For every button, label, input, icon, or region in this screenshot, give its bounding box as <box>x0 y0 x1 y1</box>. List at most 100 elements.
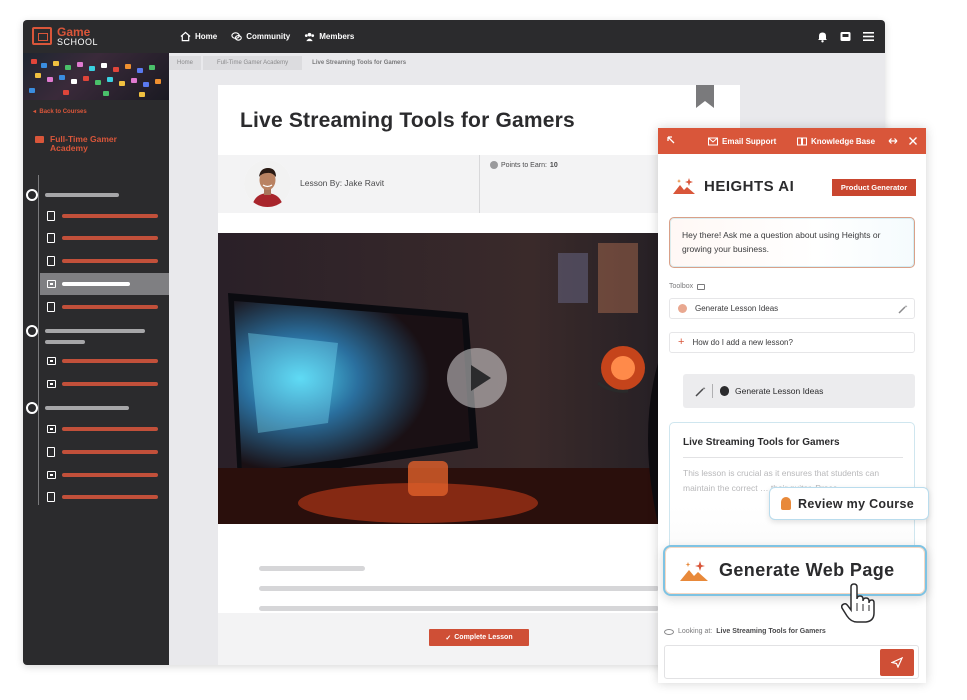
breadcrumb-course[interactable]: Full-Time Gamer Academy <box>203 56 303 70</box>
tool-label: How do I add a new lesson? <box>692 338 793 347</box>
folder-icon <box>35 136 44 143</box>
close-icon[interactable] <box>908 136 918 146</box>
send-icon <box>891 657 903 668</box>
bookmark-icon[interactable] <box>696 85 714 108</box>
course-title[interactable]: Full-Time Gamer Academy <box>35 135 155 153</box>
context-indicator: Looking at: Live Streaming Tools for Gam… <box>664 628 826 635</box>
menu-icon[interactable] <box>862 30 875 43</box>
generate-web-page-label: Generate Web Page <box>719 560 895 580</box>
toolbox-label: Toolbox <box>669 283 706 290</box>
video-icon <box>47 357 56 365</box>
lesson-item[interactable] <box>40 296 169 318</box>
module-title-placeholder <box>45 406 129 410</box>
nav-community[interactable]: Community <box>231 31 290 42</box>
sparkle-mountain-icon <box>673 178 695 194</box>
video-icon <box>47 471 56 479</box>
lesson-title-placeholder <box>62 427 158 431</box>
looking-value: Live Streaming Tools for Gamers <box>716 628 826 635</box>
module-title-placeholder <box>45 340 85 344</box>
knowledge-base-button[interactable]: Knowledge Base <box>797 128 875 154</box>
lesson-item[interactable] <box>40 250 169 272</box>
lesson-item[interactable] <box>40 464 169 486</box>
nav-members-label: Members <box>319 32 355 41</box>
back-to-courses-label: Back to Courses <box>39 109 87 115</box>
page-title: Live Streaming Tools for Gamers <box>240 109 575 132</box>
document-icon <box>47 447 55 457</box>
module-title-placeholder <box>45 329 145 333</box>
lesson-title-placeholder <box>62 473 158 477</box>
users-icon <box>305 32 315 42</box>
check-icon: ✓ <box>445 634 452 642</box>
back-to-courses-link[interactable]: ◂ Back to Courses <box>33 108 87 115</box>
lightbulb-icon <box>781 497 791 510</box>
module-title-placeholder <box>45 193 119 197</box>
video-icon <box>47 425 56 433</box>
review-my-course-button[interactable]: Review my Course <box>769 487 929 520</box>
eye-icon <box>664 628 674 635</box>
expand-icon[interactable] <box>888 136 898 146</box>
points-label: Points to Earn: <box>501 161 547 169</box>
ai-greeting-message: Hey there! Ask me a question about using… <box>669 217 915 268</box>
looking-label: Looking at: <box>678 628 713 635</box>
collapse-icon[interactable] <box>667 136 676 145</box>
document-icon <box>47 256 55 266</box>
document-icon <box>47 211 55 221</box>
send-button[interactable] <box>880 649 914 676</box>
lesson-title-placeholder <box>62 282 130 286</box>
lesson-item[interactable] <box>40 205 169 227</box>
tool-generate-lesson-ideas[interactable]: Generate Lesson Ideas <box>669 298 915 319</box>
lesson-title-placeholder <box>62 495 158 499</box>
play-button[interactable] <box>447 348 507 408</box>
chat-input[interactable] <box>664 645 919 679</box>
logo[interactable]: Game SCHOOL <box>32 25 112 49</box>
document-icon <box>47 302 55 312</box>
ai-assistant-panel: Email Support Knowledge Base HEIGHTS AI … <box>658 128 926 683</box>
tool-label: Generate Lesson Ideas <box>695 304 779 313</box>
module-marker[interactable] <box>26 189 38 201</box>
tree-line <box>38 175 39 505</box>
lesson-item[interactable] <box>40 418 169 440</box>
lesson-item[interactable] <box>40 227 169 249</box>
inbox-icon[interactable] <box>839 30 852 43</box>
lesson-title-placeholder <box>62 214 158 218</box>
review-my-course-label: Review my Course <box>798 496 914 511</box>
lesson-title-placeholder <box>62 236 158 240</box>
meta-divider <box>479 155 480 213</box>
magic-wand-icon[interactable] <box>898 304 908 314</box>
ai-brand-name: HEIGHTS AI <box>704 177 795 195</box>
nav-home[interactable]: Home <box>180 31 217 42</box>
magic-wand-icon <box>695 386 706 397</box>
bell-icon[interactable] <box>816 30 829 43</box>
lesson-item[interactable] <box>40 373 169 395</box>
text-placeholder <box>259 586 659 591</box>
lesson-item[interactable] <box>40 441 169 463</box>
divider <box>712 384 713 398</box>
mail-icon <box>708 137 718 145</box>
generate-web-page-button[interactable]: Generate Web Page <box>663 545 927 596</box>
nav-members[interactable]: Members <box>304 31 354 42</box>
lesson-title-placeholder <box>62 359 158 363</box>
lesson-title-placeholder <box>62 259 158 263</box>
generate-lesson-ideas-button[interactable]: Generate Lesson Ideas <box>683 374 915 408</box>
email-support-button[interactable]: Email Support <box>708 128 776 154</box>
breadcrumb-home[interactable]: Home <box>169 56 202 70</box>
ai-brand: HEIGHTS AI <box>672 177 794 195</box>
module-marker[interactable] <box>26 402 38 414</box>
product-generator-badge[interactable]: Product Generator <box>832 179 916 196</box>
tool-add-new-lesson[interactable]: + How do I add a new lesson? <box>669 332 915 353</box>
brain-icon <box>678 304 687 313</box>
nav-community-label: Community <box>246 32 291 41</box>
lesson-item[interactable] <box>40 350 169 372</box>
top-nav: Home Community Members <box>180 20 354 53</box>
lesson-title-placeholder <box>62 450 158 454</box>
complete-lesson-button[interactable]: ✓ Complete Lesson <box>429 629 529 646</box>
text-placeholder <box>259 566 365 571</box>
top-icons <box>816 30 875 43</box>
document-icon <box>47 233 55 243</box>
lesson-item-active[interactable] <box>40 273 169 295</box>
lesson-item[interactable] <box>40 486 169 508</box>
home-icon <box>180 31 191 42</box>
complete-lesson-label: Complete Lesson <box>454 634 513 641</box>
document-icon <box>47 492 55 502</box>
module-marker[interactable] <box>26 325 38 337</box>
